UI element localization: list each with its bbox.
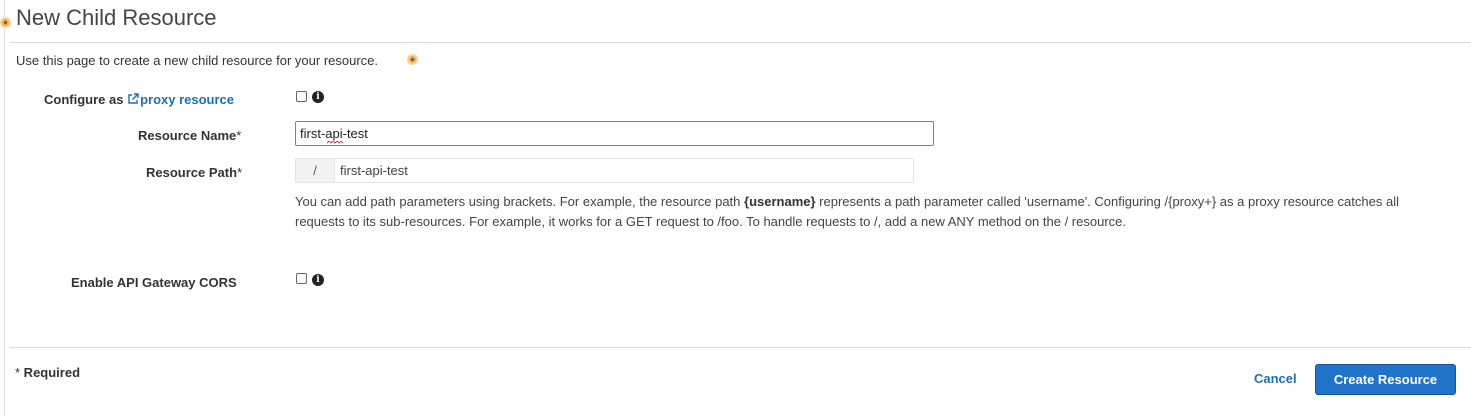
- required-star: *: [236, 128, 242, 143]
- divider-bottom: [10, 347, 1471, 348]
- required-note: * Required: [15, 365, 80, 380]
- resource-path-input[interactable]: first-api-test: [335, 159, 913, 182]
- left-border: [4, 0, 5, 416]
- configure-proxy-label: Configure as proxy resource: [44, 92, 234, 107]
- proxy-link-text: proxy resource: [140, 92, 235, 107]
- help-text-bold: {username}: [744, 194, 816, 209]
- spellcheck-underline: [327, 141, 344, 144]
- external-link-icon: [128, 93, 139, 104]
- path-help-text: You can add path parameters using bracke…: [295, 192, 1445, 232]
- required-note-text: Required: [20, 365, 81, 380]
- divider-top: [10, 42, 1471, 43]
- highlight-marker-icon: [0, 17, 11, 28]
- proxy-info-icon[interactable]: i: [312, 91, 324, 103]
- help-text-part1: You can add path parameters using bracke…: [295, 194, 745, 209]
- resource-name-label: Resource Name*: [138, 128, 241, 143]
- highlight-marker-icon: [407, 54, 418, 65]
- cors-info-icon[interactable]: i: [312, 274, 324, 286]
- enable-cors-label: Enable API Gateway CORS: [71, 275, 237, 290]
- page-title: New Child Resource: [16, 5, 217, 30]
- required-star: *: [237, 165, 243, 180]
- proxy-resource-checkbox[interactable]: [296, 91, 307, 102]
- description-text: Use this page to create a new child reso…: [16, 53, 379, 68]
- resource-path-field[interactable]: / first-api-test: [295, 158, 914, 183]
- resource-path-prefix: /: [296, 159, 335, 182]
- enable-cors-checkbox[interactable]: [296, 273, 307, 284]
- resource-path-label-text: Resource Path: [146, 165, 238, 180]
- resource-name-input[interactable]: [295, 121, 934, 146]
- proxy-resource-link[interactable]: proxy resource: [127, 92, 234, 107]
- cancel-button[interactable]: Cancel: [1254, 371, 1297, 386]
- resource-path-label: Resource Path*: [146, 165, 242, 180]
- page-description: Use this page to create a new child reso…: [16, 53, 378, 68]
- resource-name-label-text: Resource Name: [138, 128, 237, 143]
- configure-label-text: Configure as: [44, 92, 128, 107]
- create-resource-button[interactable]: Create Resource: [1315, 364, 1456, 395]
